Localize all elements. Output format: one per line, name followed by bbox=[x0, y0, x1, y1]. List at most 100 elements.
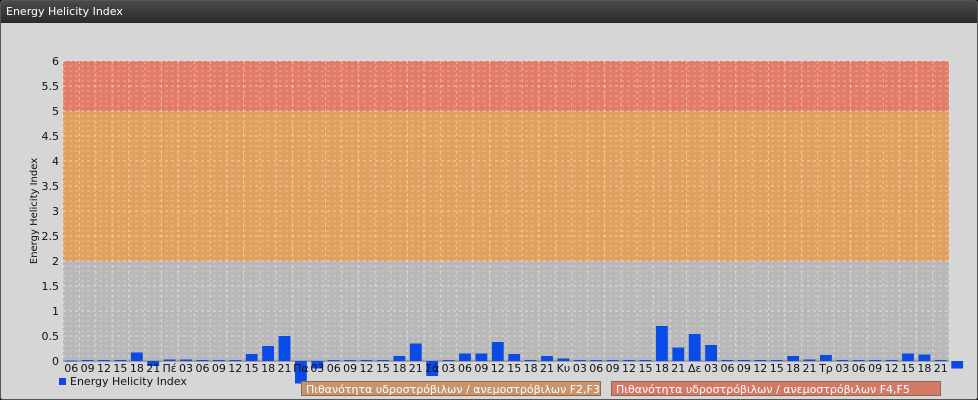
x-tick-label: 18 bbox=[786, 362, 800, 375]
bar bbox=[344, 360, 357, 361]
legend-label: Energy Helicity Index bbox=[70, 375, 187, 388]
bar bbox=[212, 360, 225, 361]
x-tick-label: 03 bbox=[835, 362, 849, 375]
y-tick-label: 4 bbox=[52, 155, 59, 168]
bar bbox=[442, 360, 455, 361]
x-tick-label: 15 bbox=[638, 362, 652, 375]
bar bbox=[114, 360, 127, 361]
x-tick-label: 06 bbox=[327, 362, 341, 375]
y-axis-label: Energy Helicity Index bbox=[29, 158, 40, 264]
x-tick-label: 09 bbox=[212, 362, 226, 375]
bar bbox=[934, 360, 947, 361]
legend-swatch bbox=[59, 378, 66, 385]
bar bbox=[787, 356, 800, 361]
y-tick-label: 6 bbox=[52, 55, 59, 68]
bar bbox=[705, 345, 717, 361]
x-tick-label: 09 bbox=[737, 362, 751, 375]
x-tick-label: 12 bbox=[491, 362, 505, 375]
bar bbox=[951, 361, 964, 369]
bar bbox=[541, 356, 553, 361]
bar bbox=[918, 354, 931, 361]
bar bbox=[262, 346, 274, 361]
x-tick-label: 06 bbox=[721, 362, 735, 375]
bar bbox=[869, 360, 882, 361]
bar bbox=[754, 360, 767, 361]
bar bbox=[229, 360, 242, 361]
bar bbox=[902, 353, 914, 361]
x-tick-label: 06 bbox=[195, 362, 209, 375]
chart-widget: Energy Helicity Index 0 0.5 1 1.5 2 2.5 3 3.5 4 4… bbox=[0, 0, 978, 400]
bar bbox=[393, 356, 406, 361]
bar bbox=[557, 358, 570, 361]
x-tick-label: 06 bbox=[852, 362, 866, 375]
x-tick-label: 21 bbox=[146, 362, 160, 375]
band-label-f2-f3: Πιθανότητα υδροστρόβιλων / ανεμοστρόβιλω… bbox=[301, 381, 601, 396]
bar bbox=[491, 342, 504, 361]
bar bbox=[196, 360, 209, 361]
bar bbox=[655, 326, 668, 361]
x-tick-labels: 06 09 12 15 18 21 Πέ 03 06 09 12 15 18 21 Πα 03 06 09 12 15… bbox=[64, 362, 948, 375]
y-tick-label: 3 bbox=[52, 205, 59, 218]
x-tick-label: 18 bbox=[655, 362, 669, 375]
bar bbox=[738, 360, 750, 361]
band-label-f4-f5: Πιθανότητα υδροστρόβιλων / ανεμοστρόβιλω… bbox=[611, 381, 941, 396]
bar bbox=[606, 360, 619, 361]
x-tick-label: 09 bbox=[868, 362, 882, 375]
bar bbox=[590, 360, 603, 361]
x-tick-label: 15 bbox=[901, 362, 915, 375]
bar bbox=[327, 360, 340, 361]
y-tick-labels: 0 0.5 1 1.5 2 2.5 3 3.5 4 4.5 5 5.5 6 bbox=[42, 55, 60, 368]
x-tick-label: 18 bbox=[392, 362, 406, 375]
bar bbox=[836, 360, 849, 361]
x-tick-label: Δε bbox=[688, 362, 702, 375]
bar bbox=[672, 347, 685, 361]
x-tick-label: 15 bbox=[507, 362, 521, 375]
x-tick-label: 06 bbox=[64, 362, 78, 375]
x-tick-label: 09 bbox=[474, 362, 488, 375]
bar bbox=[688, 334, 701, 361]
y-tick-label: 1 bbox=[52, 305, 59, 318]
x-tick-label: Πέ bbox=[163, 362, 177, 375]
x-tick-label: Τρ bbox=[818, 362, 833, 375]
bar bbox=[475, 353, 488, 361]
bar bbox=[639, 360, 652, 361]
x-tick-label: 06 bbox=[589, 362, 603, 375]
x-tick-label: 15 bbox=[770, 362, 784, 375]
x-tick-label: 06 bbox=[458, 362, 472, 375]
x-tick-label: 18 bbox=[130, 362, 144, 375]
y-tick-label: 5.5 bbox=[42, 80, 60, 93]
x-tick-label: 21 bbox=[278, 362, 292, 375]
legend[interactable]: Energy Helicity Index bbox=[59, 375, 187, 388]
window-title: Energy Helicity Index bbox=[1, 1, 977, 23]
bar bbox=[163, 359, 176, 361]
x-tick-label: 21 bbox=[671, 362, 685, 375]
x-tick-label: 03 bbox=[704, 362, 718, 375]
y-tick-label: 4.5 bbox=[42, 130, 60, 143]
x-tick-label: 12 bbox=[622, 362, 636, 375]
x-tick-label: 12 bbox=[97, 362, 111, 375]
x-tick-label: 09 bbox=[343, 362, 357, 375]
x-tick-label: 09 bbox=[606, 362, 620, 375]
x-tick-label: 21 bbox=[803, 362, 817, 375]
x-tick-label: 03 bbox=[179, 362, 193, 375]
y-tick-label: 2 bbox=[52, 255, 59, 268]
x-tick-label: 15 bbox=[245, 362, 259, 375]
bar bbox=[130, 352, 143, 361]
bar bbox=[278, 336, 291, 361]
bar bbox=[524, 360, 537, 361]
bar bbox=[852, 360, 865, 361]
bar bbox=[573, 360, 586, 361]
bar bbox=[885, 360, 898, 361]
x-tick-label: 09 bbox=[81, 362, 95, 375]
bar bbox=[803, 359, 816, 361]
bar bbox=[98, 360, 110, 361]
x-tick-label: 03 bbox=[573, 362, 587, 375]
bar bbox=[820, 355, 832, 361]
x-tick-label: Κυ bbox=[557, 362, 571, 375]
y-tick-label: 3.5 bbox=[42, 180, 60, 193]
plot-area: 0 0.5 1 1.5 2 2.5 3 3.5 4 4.5 5 5.5 6 06 09 12 15 18 21 Πέ… bbox=[1, 23, 977, 399]
chart-svg: 00.511.522.533.544.555.56 06 09 12 15 18 21 Πέ… bbox=[29, 55, 964, 384]
y-tick-label: 0 bbox=[52, 355, 59, 368]
y-tick-label: 5 bbox=[52, 105, 59, 118]
bar bbox=[721, 360, 734, 361]
